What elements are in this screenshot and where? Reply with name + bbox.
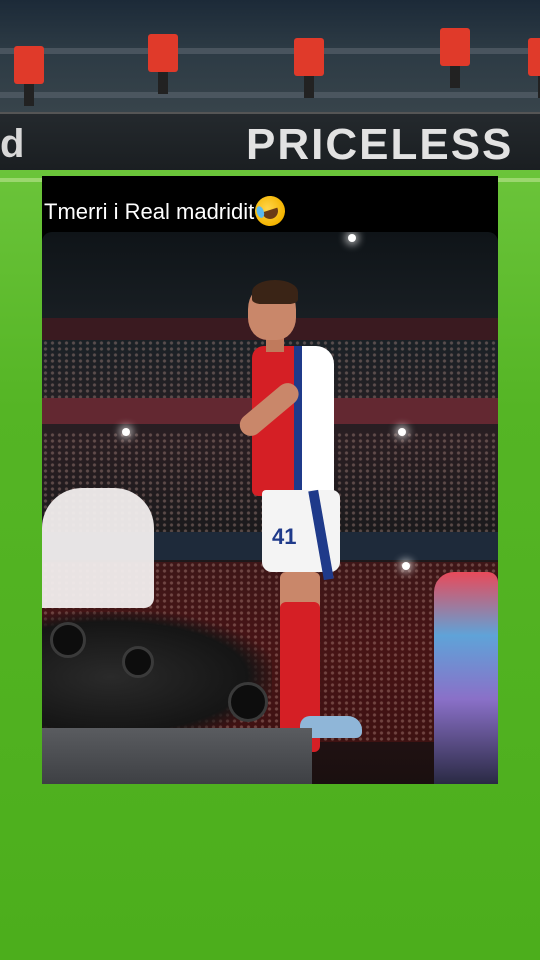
post-photo[interactable]: 41 bbox=[42, 232, 498, 784]
camera-lens bbox=[122, 646, 154, 678]
caption-text: Tmerri i Real madridit bbox=[44, 199, 255, 224]
stadium-light bbox=[402, 562, 410, 570]
stadium-seat bbox=[294, 38, 324, 98]
stand-rail bbox=[0, 92, 540, 98]
stadium-light bbox=[398, 428, 406, 436]
post-card[interactable]: Tmerri i Real madridit 41 bbox=[42, 176, 498, 784]
blurred-teammate bbox=[42, 488, 154, 608]
player-hair bbox=[252, 280, 298, 304]
stadium-background bbox=[0, 0, 540, 120]
pitch-barrier bbox=[42, 728, 312, 784]
stadium-seat bbox=[528, 38, 540, 98]
camera-lens bbox=[228, 682, 268, 722]
blurred-person-right bbox=[434, 572, 498, 784]
player-number: 41 bbox=[272, 524, 297, 549]
ad-board-left-text: d bbox=[0, 122, 26, 166]
ad-board-text: PRICELESS bbox=[246, 120, 514, 169]
advertising-board: d PRICELESS bbox=[0, 112, 540, 172]
stadium-light bbox=[122, 428, 130, 436]
player-sleeve bbox=[302, 350, 332, 410]
stadium-seat bbox=[440, 28, 470, 88]
shirt-stripe bbox=[294, 346, 302, 496]
photographers-cameras bbox=[42, 612, 272, 742]
stadium-light bbox=[348, 234, 356, 242]
rolling-laughing-emoji-icon bbox=[251, 192, 290, 230]
post-caption: Tmerri i Real madridit bbox=[44, 192, 290, 230]
stadium-seat bbox=[148, 34, 178, 94]
camera-lens bbox=[50, 622, 86, 658]
stadium-seat bbox=[14, 46, 44, 106]
